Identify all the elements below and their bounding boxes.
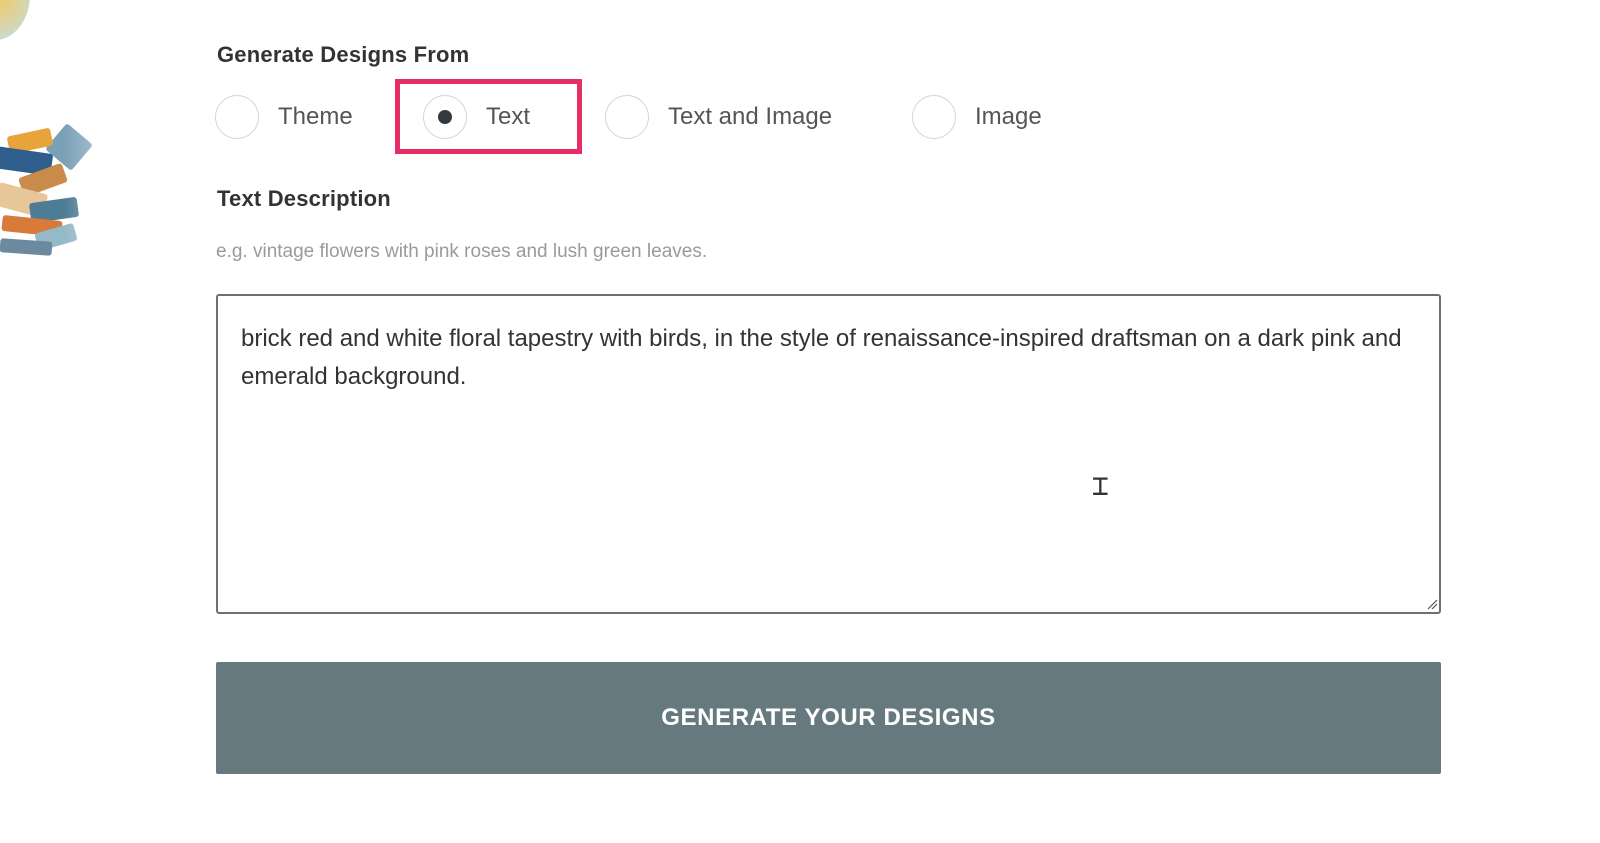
- radio-circle-image[interactable]: [912, 95, 956, 139]
- resize-grip-icon[interactable]: [1426, 598, 1438, 610]
- radio-option-image[interactable]: Image: [912, 92, 1042, 142]
- generate-designs-button[interactable]: GENERATE YOUR DESIGNS: [216, 662, 1441, 774]
- radio-circle-text[interactable]: [423, 95, 467, 139]
- radio-label-theme[interactable]: Theme: [278, 103, 353, 131]
- i-beam-cursor-icon: ⌶: [1092, 469, 1109, 502]
- radio-option-text[interactable]: Text: [423, 92, 530, 142]
- text-description-heading: Text Description: [217, 186, 391, 211]
- radio-label-text-and-image[interactable]: Text and Image: [668, 103, 832, 131]
- radio-option-theme[interactable]: Theme: [215, 92, 353, 142]
- generate-from-heading: Generate Designs From: [217, 42, 470, 67]
- fabric-swatches-decoration: [0, 0, 160, 290]
- radio-circle-text-and-image[interactable]: [605, 95, 649, 139]
- radio-label-text[interactable]: Text: [486, 103, 530, 131]
- radio-option-text-and-image[interactable]: Text and Image: [605, 92, 832, 142]
- radio-circle-theme[interactable]: [215, 95, 259, 139]
- text-description-textarea[interactable]: brick red and white floral tapestry with…: [216, 294, 1441, 614]
- radio-label-image[interactable]: Image: [975, 103, 1042, 131]
- description-hint: e.g. vintage flowers with pink roses and…: [216, 241, 708, 262]
- radio-dot-icon: [438, 110, 452, 124]
- design-generator-page: Generate Designs From Theme Text Text an…: [0, 0, 1600, 843]
